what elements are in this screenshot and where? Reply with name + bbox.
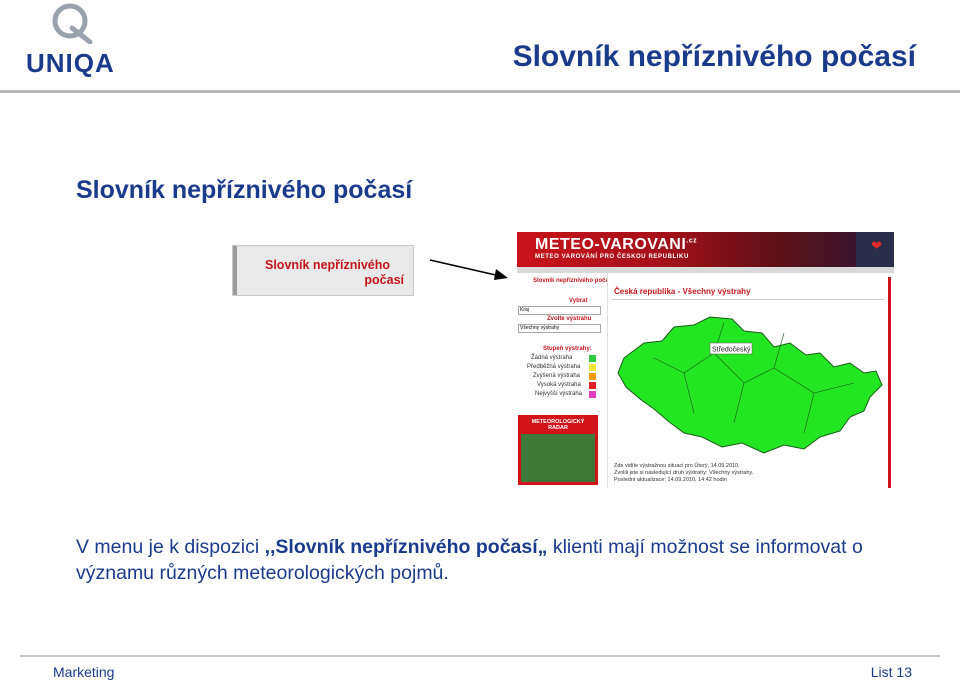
alerts-select[interactable]: Všechny výstrahy <box>518 324 601 333</box>
region-select[interactable]: Kraj <box>518 306 601 315</box>
uniqa-logo: UNIQA <box>26 2 118 78</box>
page-number: List 13 <box>870 664 912 680</box>
level-label: Nejvyšší výstraha <box>535 391 583 397</box>
czech-map-shape <box>617 316 883 454</box>
body-highlight: ,,Slovník nepříznivého počasí„ <box>264 536 548 558</box>
level-swatch <box>589 364 596 371</box>
menu-crop-bar <box>233 246 237 295</box>
site-brand-sub: METEO VAROVÁNÍ PRO ČESKOU REPUBLIKU <box>535 254 689 260</box>
main-panel-footer: Zde vidíte výstražnou situaci pro Úterý,… <box>614 463 753 484</box>
alerts-label: Zvolte výstrahu <box>547 316 592 322</box>
level-label: Zvýšená výstraha <box>533 373 581 379</box>
radar-panel[interactable]: METEOROLOGICKÝ RADAR <box>518 415 598 485</box>
slide-heading: Slovník nepříznivého počasí <box>76 176 413 204</box>
levels-title: Stupeň výstrahy: <box>543 346 592 352</box>
site-brand: METEO-VAROVANI.cz <box>535 236 697 254</box>
site-brand-suffix: .cz <box>686 237 698 245</box>
body-paragraph: V menu je k dispozici ,,Slovník nepřízni… <box>76 534 906 586</box>
side-menu-title[interactable]: Slovník nepříznivého počasí <box>533 278 614 284</box>
czech-map[interactable]: Středočeský <box>614 313 884 455</box>
heart-icon: ❤ <box>871 238 882 253</box>
uniqa-q-icon <box>52 3 93 44</box>
level-label: Žádná výstraha <box>531 355 573 361</box>
main-panel-title: Česká republika - Všechny výstrahy <box>614 287 751 296</box>
header-title: Slovník nepříznivého počasí <box>512 40 916 73</box>
level-swatch <box>589 391 596 398</box>
level-swatch <box>589 382 596 389</box>
footer-line: Zde vidíte výstražnou situaci pro Úterý,… <box>614 463 740 469</box>
logo-text: UNIQA <box>26 48 115 78</box>
main-panel-divider <box>612 299 884 300</box>
site-main-panel: Česká republika - Všechny výstrahy Střed… <box>607 273 889 488</box>
footer-section: Marketing <box>53 664 115 680</box>
menu-crop-line2: počasí <box>364 273 404 287</box>
footer-line: Poslední aktualizace: 14.09.2010, 14:42 … <box>614 477 727 483</box>
select-label: Vybrat <box>569 298 588 304</box>
side-accent-bar <box>888 277 891 488</box>
footer-line: Zvolili jste si následující druh výstrah… <box>614 470 754 476</box>
pointer-arrow-icon <box>429 259 508 280</box>
radar-title: METEOROLOGICKÝ RADAR <box>531 419 585 431</box>
radar-map-image <box>521 434 595 482</box>
level-swatch <box>589 373 596 380</box>
level-label: Předběžná výstraha <box>527 364 581 370</box>
level-label: Vysoká výstraha <box>537 382 581 388</box>
body-prefix: V menu je k dispozici <box>76 536 265 558</box>
site-sidebar: Slovník nepříznivého počasí Vybrat Kraj … <box>517 273 614 488</box>
level-swatch <box>589 355 596 362</box>
menu-item-crop: Slovník nepříznivého počasí <box>232 245 414 296</box>
site-brand-name: METEO-VAROVANI <box>535 236 687 253</box>
site-banner: METEO-VAROVANI.cz METEO VAROVÁNÍ PRO ČES… <box>517 232 894 267</box>
website-screenshot: METEO-VAROVANI.cz METEO VAROVÁNÍ PRO ČES… <box>517 232 894 488</box>
header-divider <box>0 90 960 93</box>
footer-divider <box>20 655 940 657</box>
menu-crop-line1: Slovník nepříznivého <box>265 258 391 272</box>
map-region-label: Středočeský <box>712 347 751 354</box>
